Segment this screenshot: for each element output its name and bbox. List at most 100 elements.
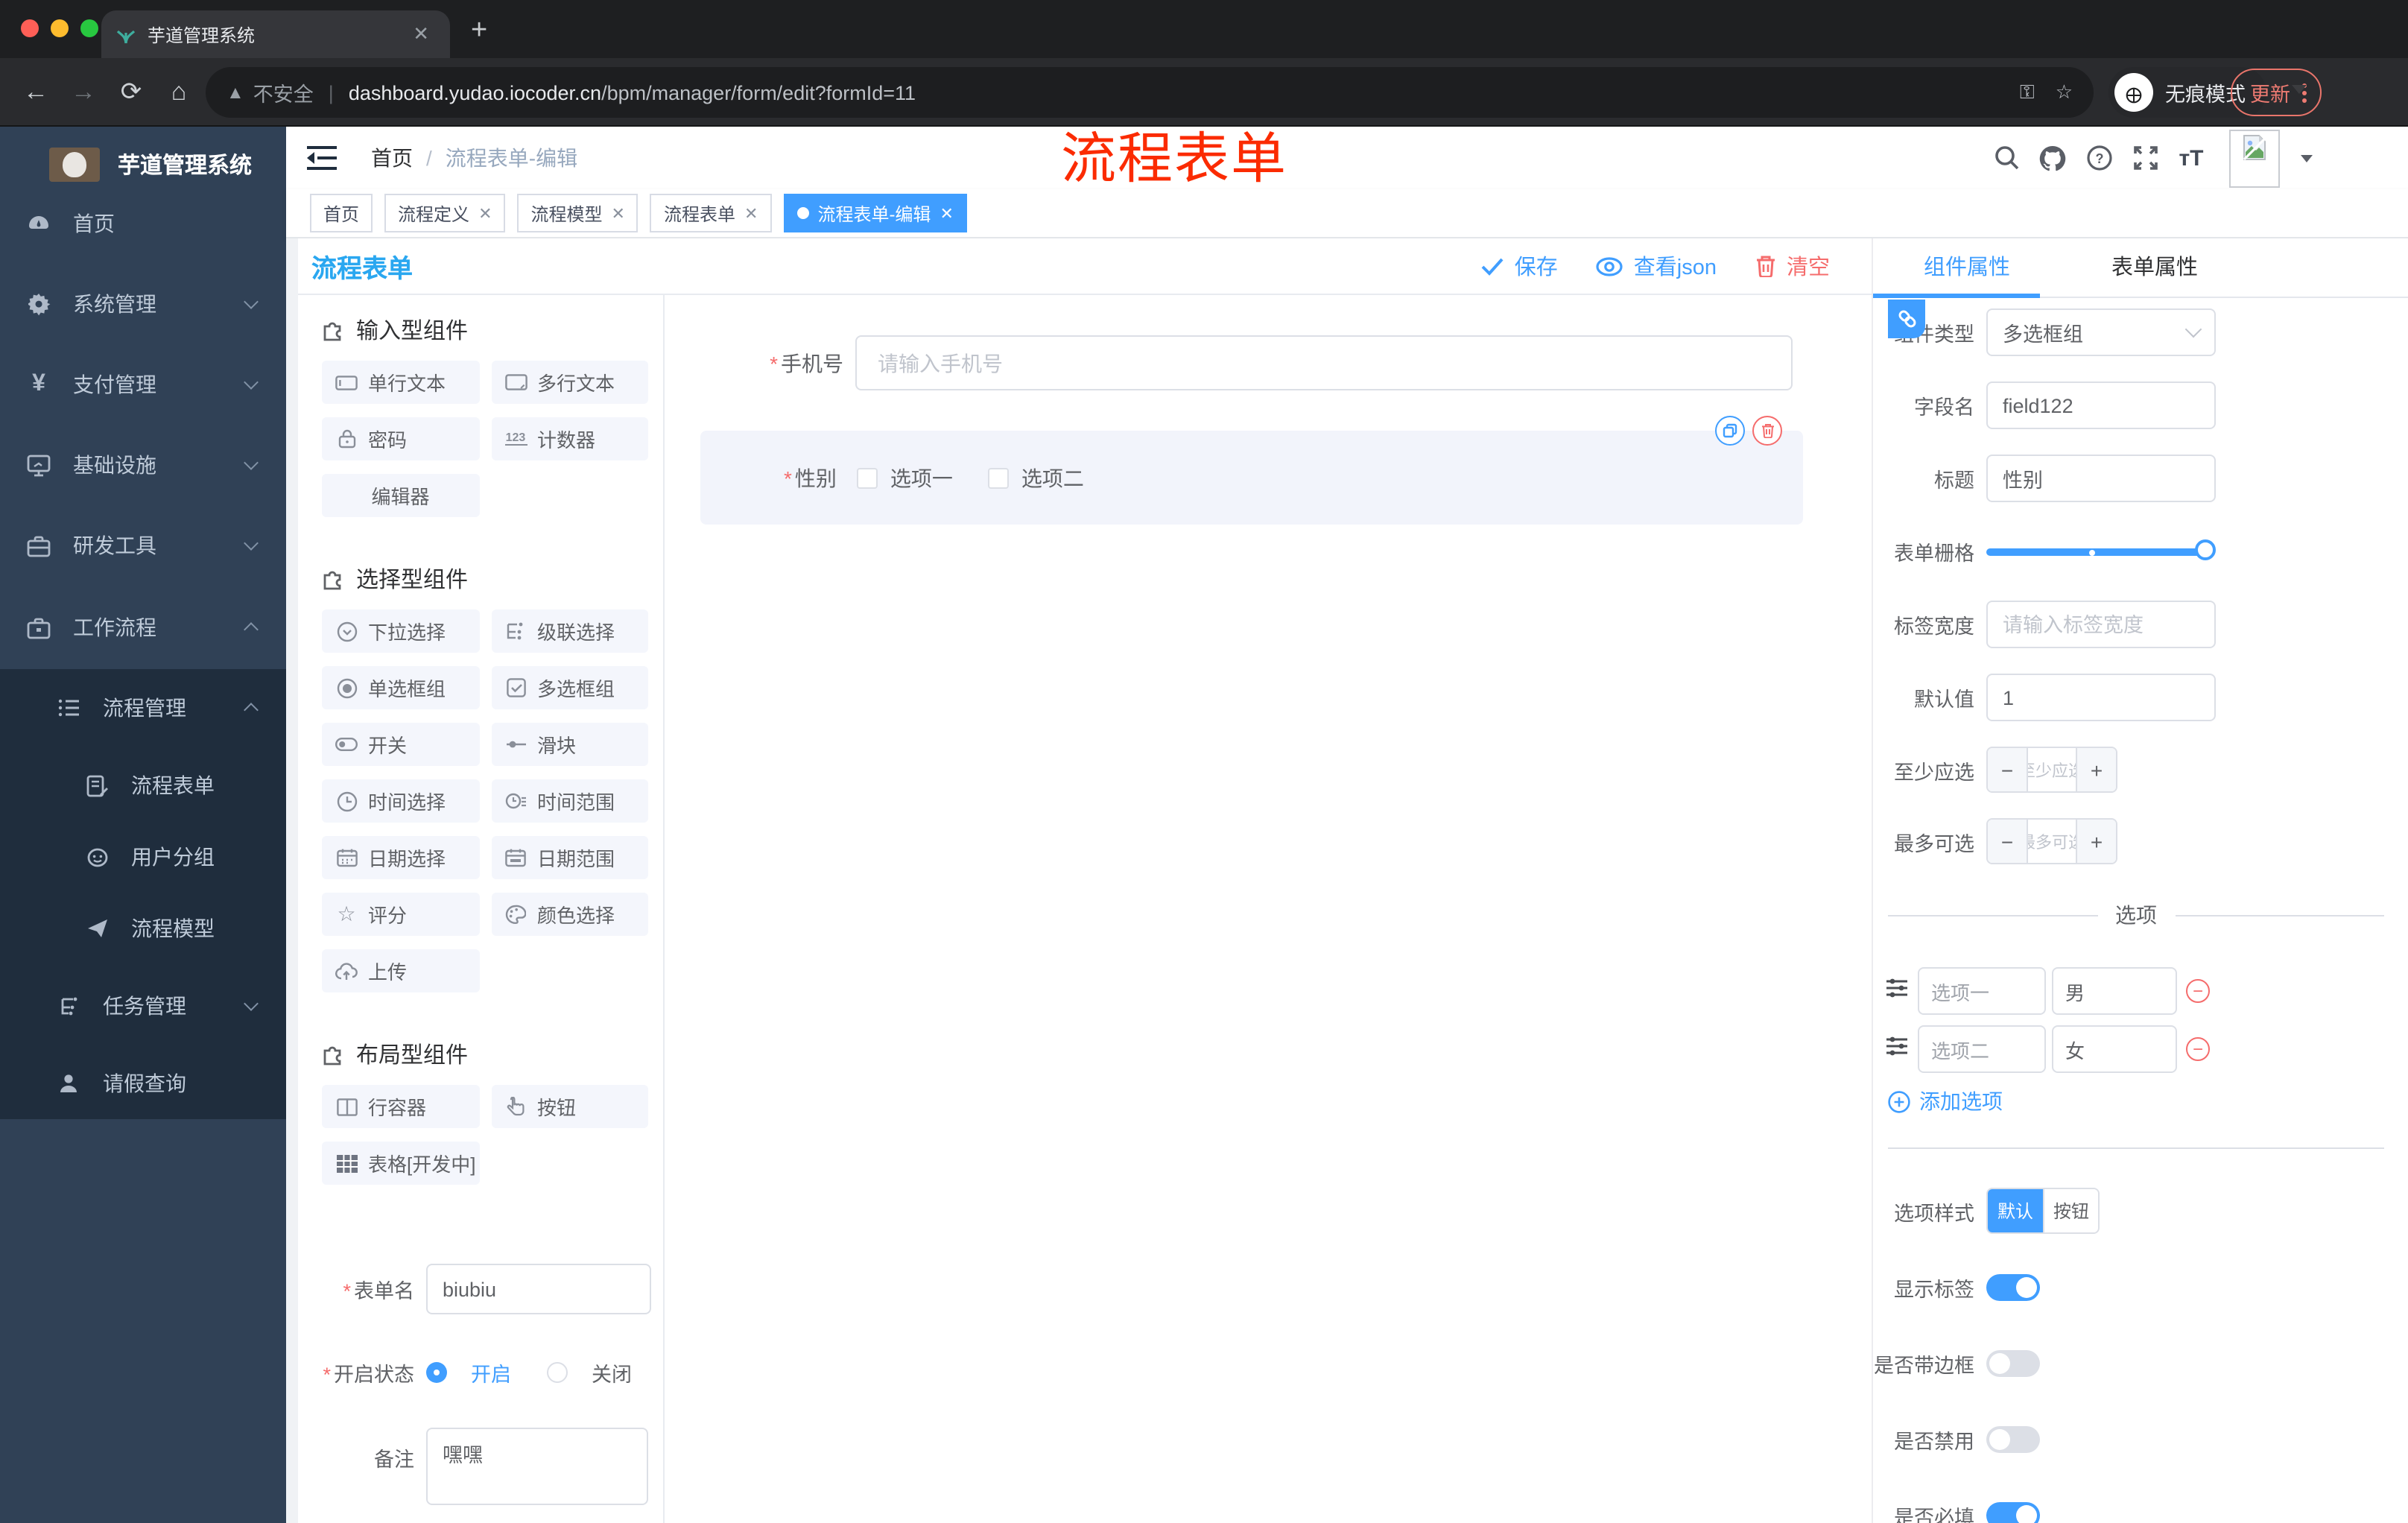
gender-field-row[interactable]: * 性别 选项一 选项二 xyxy=(700,431,1803,525)
component-row-container[interactable]: 行容器 xyxy=(322,1085,479,1128)
component-rate[interactable]: ☆ 评分 xyxy=(322,893,479,936)
breadcrumb-home[interactable]: 首页 xyxy=(371,143,413,173)
title-input[interactable] xyxy=(1986,455,2216,502)
label-width-input[interactable] xyxy=(1986,601,2216,648)
component-upload[interactable]: 上传 xyxy=(322,949,479,992)
show-label-toggle[interactable] xyxy=(1986,1274,2040,1301)
stepper-value[interactable]: 至少应选 xyxy=(2028,748,2076,791)
component-counter[interactable]: 123 计数器 xyxy=(491,417,648,460)
github-icon[interactable] xyxy=(2038,144,2067,172)
component-date-picker[interactable]: 日期选择 xyxy=(322,836,479,879)
required-toggle[interactable] xyxy=(1986,1502,2040,1523)
style-default-button[interactable]: 默认 xyxy=(1988,1189,2043,1232)
checkbox-option2[interactable] xyxy=(988,467,1010,488)
avatar-caret-icon[interactable] xyxy=(2301,154,2313,162)
option-label-input[interactable] xyxy=(1918,967,2046,1015)
reload-icon[interactable]: ⟳ xyxy=(116,77,146,107)
stepper-minus-button[interactable]: − xyxy=(1988,748,2028,791)
component-date-range[interactable]: 日期范围 xyxy=(491,836,648,879)
component-button[interactable]: 按钮 xyxy=(491,1085,648,1128)
address-bar[interactable]: ▲ 不安全 | dashboard.yudao.iocoder.cn/bpm/m… xyxy=(206,67,2094,118)
sidebar-item-payment[interactable]: ¥ 支付管理 xyxy=(0,352,286,417)
remove-option-button[interactable]: − xyxy=(2186,1037,2210,1061)
tag-process-definition[interactable]: 流程定义 ✕ xyxy=(384,194,506,232)
style-button-button[interactable]: 按钮 xyxy=(2043,1189,2098,1232)
sidebar-item-system[interactable]: 系统管理 xyxy=(0,271,286,337)
phone-field-input[interactable] xyxy=(855,335,1793,390)
form-remark-textarea[interactable]: 嘿嘿 xyxy=(426,1428,648,1505)
bookmark-star-icon[interactable]: ☆ xyxy=(2056,80,2073,104)
component-cascader[interactable]: 级联选择 xyxy=(491,609,648,653)
component-checkbox-group[interactable]: 多选框组 xyxy=(491,666,648,709)
default-value-input[interactable] xyxy=(1986,674,2216,721)
status-off-radio[interactable] xyxy=(547,1362,568,1383)
component-select[interactable]: 下拉选择 xyxy=(322,609,479,653)
clear-button[interactable]: 清空 xyxy=(1755,250,1830,282)
font-size-icon[interactable]: тT xyxy=(2177,144,2205,172)
sidebar-item-home[interactable]: 首页 xyxy=(0,191,286,256)
tag-close-icon[interactable]: ✕ xyxy=(744,203,758,223)
zoom-window-button[interactable] xyxy=(80,19,98,37)
sidebar-item-task-mgmt[interactable]: 任务管理 xyxy=(0,973,286,1039)
slider-handle[interactable] xyxy=(2195,539,2216,560)
browser-tab[interactable]: 芋道管理系统 ✕ xyxy=(101,10,450,58)
sidebar-item-leave-query[interactable]: 请假查询 xyxy=(0,1051,286,1116)
component-multi-text[interactable]: 多行文本 xyxy=(491,361,648,404)
save-button[interactable]: 保存 xyxy=(1482,250,1558,282)
browser-update-button[interactable]: 更新 xyxy=(2231,69,2322,116)
tag-close-icon[interactable]: ✕ xyxy=(940,203,953,223)
new-tab-button[interactable]: + xyxy=(471,16,487,45)
tab-form-props[interactable]: 表单属性 xyxy=(2061,238,2249,297)
tag-home[interactable]: 首页 xyxy=(310,194,373,232)
fullscreen-icon[interactable] xyxy=(2131,144,2159,172)
border-toggle[interactable] xyxy=(1986,1350,2040,1377)
component-color-picker[interactable]: 颜色选择 xyxy=(491,893,648,936)
stepper-value[interactable]: 最多可选 xyxy=(2028,820,2076,863)
component-switch[interactable]: 开关 xyxy=(322,723,479,766)
back-icon[interactable]: ← xyxy=(21,77,51,107)
field-name-input[interactable] xyxy=(1986,381,2216,429)
component-editor[interactable]: 编辑器 xyxy=(322,474,479,517)
close-window-button[interactable] xyxy=(21,19,39,37)
sidebar-item-process-mgmt[interactable]: 流程管理 xyxy=(0,675,286,741)
component-table[interactable]: 表格[开发中] xyxy=(322,1142,479,1185)
status-off-label[interactable]: 关闭 xyxy=(592,1358,632,1387)
form-grid-slider[interactable] xyxy=(1986,528,2216,575)
home-icon[interactable]: ⌂ xyxy=(164,77,194,107)
form-name-input[interactable] xyxy=(426,1264,651,1314)
disabled-toggle[interactable] xyxy=(1986,1426,2040,1453)
sidebar-item-infra[interactable]: 基础设施 xyxy=(0,432,286,498)
dropdown-caret-icon[interactable] xyxy=(2292,85,2307,94)
search-icon[interactable] xyxy=(1992,144,2021,172)
checkbox-option1[interactable] xyxy=(857,467,878,488)
phone-field-row[interactable]: * 手机号 xyxy=(665,335,1793,390)
component-single-text[interactable]: 单行文本 xyxy=(322,361,479,404)
sidebar-item-user-group[interactable]: 用户分组 xyxy=(0,824,286,890)
drag-handle-icon[interactable] xyxy=(1885,1035,1910,1063)
help-icon[interactable]: ? xyxy=(2085,144,2113,172)
component-slider[interactable]: 滑块 xyxy=(491,723,648,766)
option-label-input[interactable] xyxy=(1918,1025,2046,1073)
bind-field-button[interactable] xyxy=(1888,300,1925,338)
sidebar-collapse-icon[interactable] xyxy=(307,146,337,170)
tag-close-icon[interactable]: ✕ xyxy=(478,203,492,223)
tag-close-icon[interactable]: ✕ xyxy=(612,203,625,223)
sidebar-item-process-form[interactable]: 流程表单 xyxy=(0,753,286,818)
copy-component-button[interactable] xyxy=(1715,416,1745,446)
component-radio-group[interactable]: 单选框组 xyxy=(322,666,479,709)
status-on-radio[interactable] xyxy=(426,1362,447,1383)
sidebar-item-workflow[interactable]: 工作流程 xyxy=(0,595,286,660)
tag-process-form-edit[interactable]: 流程表单-编辑 ✕ xyxy=(783,194,967,232)
drag-handle-icon[interactable] xyxy=(1885,977,1910,1005)
component-password[interactable]: 密码 xyxy=(322,417,479,460)
key-icon[interactable]: ⚿ xyxy=(2020,80,2035,104)
option-value-input[interactable] xyxy=(2052,1025,2177,1073)
view-json-button[interactable]: 查看json xyxy=(1597,250,1717,282)
stepper-plus-button[interactable]: + xyxy=(2076,820,2116,863)
forward-icon[interactable]: → xyxy=(69,77,98,107)
tag-process-form[interactable]: 流程表单 ✕ xyxy=(650,194,772,232)
component-time-picker[interactable]: 时间选择 xyxy=(322,779,479,823)
sidebar-item-process-model[interactable]: 流程模型 xyxy=(0,896,286,961)
tab-close-icon[interactable]: ✕ xyxy=(407,22,435,46)
avatar[interactable] xyxy=(2229,129,2280,187)
